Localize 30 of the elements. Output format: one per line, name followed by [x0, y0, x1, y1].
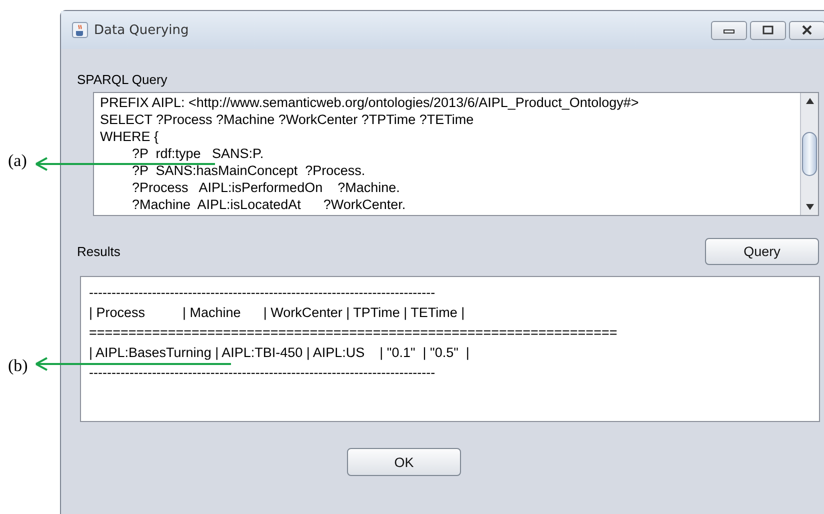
- close-icon: [801, 25, 813, 35]
- query-line: SELECT ?Process ?Machine ?WorkCenter ?TPTime ?TETime: [100, 111, 475, 128]
- minimize-button[interactable]: [711, 20, 747, 40]
- scrollbar[interactable]: [800, 93, 818, 215]
- scroll-up-icon[interactable]: [804, 97, 814, 105]
- result-line: -----------------------------------------------------------------------------: [89, 364, 436, 382]
- annotation-label: (a): [8, 151, 27, 171]
- query-label: SPARQL Query: [77, 72, 168, 87]
- window-title: Data Querying: [94, 22, 189, 38]
- query-text-area[interactable]: [93, 92, 819, 216]
- result-line: | Process | Machine | WorkCenter | TPTime | TETime |: [89, 304, 466, 322]
- annotation-label: (b): [8, 356, 28, 376]
- query-button[interactable]: Query: [705, 238, 819, 265]
- scroll-thumb[interactable]: [802, 132, 817, 176]
- query-line: ?Machine AIPL:isLocatedAt ?WorkCenter.: [131, 196, 407, 213]
- results-label: Results: [77, 244, 120, 259]
- result-line: ===================================================================: [89, 324, 618, 342]
- query-line: PREFIX AIPL: <http://www.semanticweb.org/ontologies/2013/6/AIPL_Product_Ontology#>: [100, 94, 640, 111]
- maximize-icon: [762, 25, 774, 35]
- result-line: | AIPL:BasesTurning | AIPL:TBI-450 | AIPL:US | "0.1" | "0.5" |: [89, 344, 470, 362]
- maximize-button[interactable]: [750, 20, 786, 40]
- close-button[interactable]: [789, 20, 824, 40]
- result-line: -----------------------------------------------------------------------------: [89, 284, 436, 302]
- coffee-cup-icon: [72, 22, 88, 38]
- query-line: WHERE {: [100, 128, 160, 145]
- query-line: ?Process AIPL:isPerformedOn ?Machine.: [131, 179, 401, 196]
- query-line: ?P SANS:hasMainConcept ?Process.: [131, 162, 366, 179]
- query-line: ?P rdf:type SANS:P.: [131, 145, 265, 162]
- ok-button[interactable]: OK: [347, 448, 461, 476]
- scroll-down-icon[interactable]: [804, 203, 814, 211]
